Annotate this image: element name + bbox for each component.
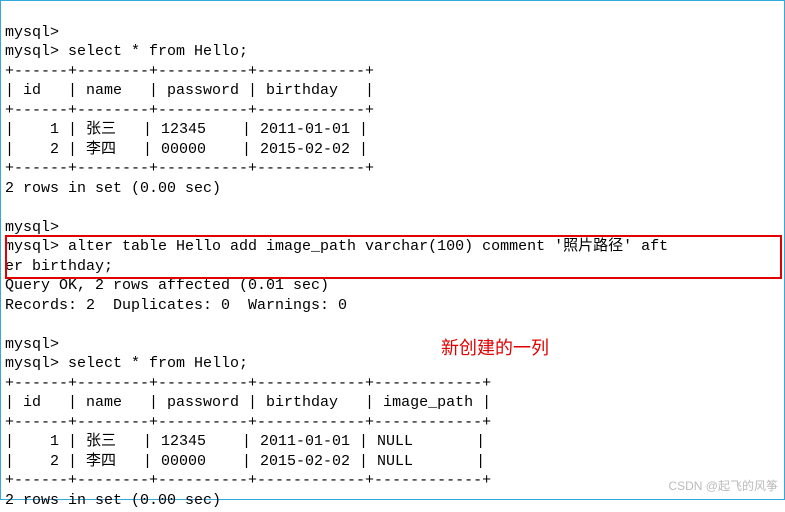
watermark-text: CSDN @起飞的风筝: [668, 479, 778, 495]
table2-row1: | 1 | 张三 | 12345 | 2011-01-01 | NULL |: [5, 433, 485, 450]
table1-header: | id | name | password | birthday |: [5, 82, 374, 99]
table1-border-mid: +------+--------+----------+------------…: [5, 102, 374, 119]
table1-row2: | 2 | 李四 | 00000 | 2015-02-02 |: [5, 141, 368, 158]
table1-border-top: +------+--------+----------+------------…: [5, 63, 374, 80]
table1-row1: | 1 | 张三 | 12345 | 2011-01-01 |: [5, 121, 368, 138]
result1: 2 rows in set (0.00 sec): [5, 180, 221, 197]
table2-row2: | 2 | 李四 | 00000 | 2015-02-02 | NULL |: [5, 453, 485, 470]
select-command-2: mysql> select * from Hello;: [5, 355, 248, 372]
result2: 2 rows in set (0.00 sec): [5, 492, 221, 509]
alter-command-line1: mysql> alter table Hello add image_path …: [5, 238, 668, 255]
annotation-new-column: 新创建的一列: [441, 337, 549, 360]
prompt-line: mysql>: [5, 336, 59, 353]
table2-header: | id | name | password | birthday | imag…: [5, 394, 491, 411]
terminal-output: mysql> mysql> select * from Hello; +----…: [1, 1, 784, 512]
table2-border-mid: +------+--------+----------+------------…: [5, 414, 491, 431]
prompt-line: mysql>: [5, 24, 59, 41]
query-ok: Query OK, 2 rows affected (0.01 sec): [5, 277, 329, 294]
select-command-1: mysql> select * from Hello;: [5, 43, 248, 60]
alter-command-line2: er birthday;: [5, 258, 113, 275]
prompt-line: mysql>: [5, 219, 59, 236]
table2-border-bot: +------+--------+----------+------------…: [5, 472, 491, 489]
table2-border-top: +------+--------+----------+------------…: [5, 375, 491, 392]
records-line: Records: 2 Duplicates: 0 Warnings: 0: [5, 297, 347, 314]
table1-border-bot: +------+--------+----------+------------…: [5, 160, 374, 177]
